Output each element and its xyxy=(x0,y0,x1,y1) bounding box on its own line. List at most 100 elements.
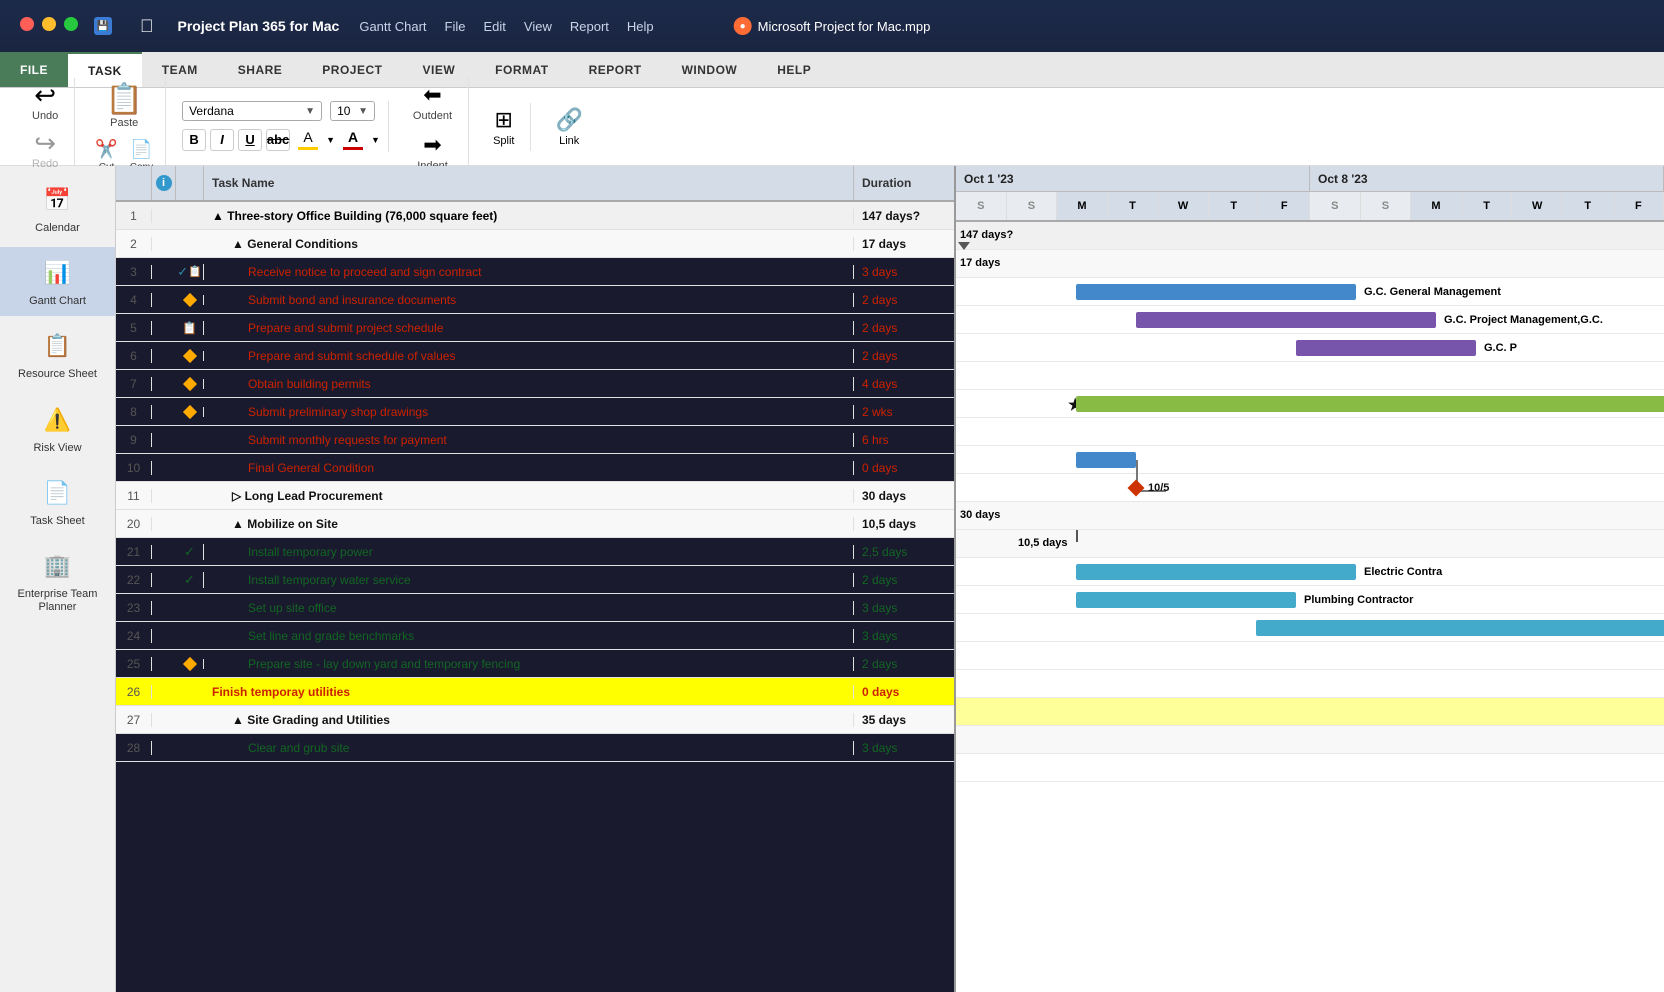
gantt-bar-cyan-3 xyxy=(1256,620,1664,636)
tab-window[interactable]: WINDOW xyxy=(662,52,758,87)
highlight-dropdown-icon[interactable]: ▼ xyxy=(326,135,335,145)
table-row[interactable]: 6 Prepare and submit schedule of values … xyxy=(116,342,954,370)
resource-icon: 📋 xyxy=(38,328,78,364)
menu-file[interactable]: File xyxy=(445,19,466,34)
row-duration: 4 days xyxy=(854,377,954,391)
sidebar-item-calendar[interactable]: 📅 Calendar xyxy=(0,174,115,243)
undo-redo-group: ↩ Undo ↪ Redo xyxy=(16,78,75,176)
gantt-header: Oct 1 '23 Oct 8 '23 S S M T W T F S S xyxy=(956,166,1664,222)
gantt-row-6 xyxy=(956,362,1664,390)
table-row[interactable]: 20 ▲ Mobilize on Site 10,5 days xyxy=(116,510,954,538)
task-table[interactable]: i Task Name Duration 1 ▲ Three-story Off… xyxy=(116,166,956,992)
sidebar-item-tasksheet[interactable]: 📄 Task Sheet xyxy=(0,467,115,536)
italic-button[interactable]: I xyxy=(210,129,234,151)
table-row[interactable]: 25 Prepare site - lay down yard and temp… xyxy=(116,650,954,678)
save-button[interactable]: 💾 xyxy=(94,17,112,35)
gantt-chart[interactable]: Oct 1 '23 Oct 8 '23 S S M T W T F S S xyxy=(956,166,1664,992)
undo-label: Undo xyxy=(32,110,58,122)
tab-share[interactable]: SHARE xyxy=(218,52,303,87)
clipboard-group: 📋 Paste ✂️ Cut 📄 Copy xyxy=(83,78,166,175)
font-color-dropdown-icon[interactable]: ▼ xyxy=(371,135,380,145)
sidebar-item-resource[interactable]: 📋 Resource Sheet xyxy=(0,320,115,389)
menu-view[interactable]: View xyxy=(524,19,552,34)
table-row[interactable]: 27 ▲ Site Grading and Utilities 35 days xyxy=(116,706,954,734)
titlebar-menu: Gantt Chart File Edit View Report Help xyxy=(359,19,653,34)
row-num: 24 xyxy=(116,629,152,643)
menu-ganttchart[interactable]: Gantt Chart xyxy=(359,19,426,34)
strikethrough-button[interactable]: abc xyxy=(266,129,290,151)
table-row[interactable]: 5 📋 Prepare and submit project schedule … xyxy=(116,314,954,342)
undo-button[interactable]: ↩ Undo xyxy=(24,78,66,126)
font-name-dropdown[interactable]: Verdana ▼ xyxy=(182,101,322,121)
tab-project[interactable]: PROJECT xyxy=(302,52,402,87)
sidebar-item-risk[interactable]: ⚠️ Risk View xyxy=(0,394,115,463)
diamond5-icon xyxy=(182,656,196,670)
sidebar-item-enterprise[interactable]: 🏢 Enterprise Team Planner xyxy=(0,540,115,622)
row-name: ▲ Three-story Office Building (76,000 sq… xyxy=(204,209,854,223)
table-row[interactable]: 8 Submit preliminary shop drawings 2 wks xyxy=(116,398,954,426)
highlight-color-button[interactable]: A xyxy=(294,127,322,152)
tab-help[interactable]: HELP xyxy=(757,52,831,87)
link-button[interactable]: 🔗 Link xyxy=(547,103,590,151)
milestone-icon xyxy=(1128,480,1145,497)
row-icon xyxy=(176,351,204,361)
table-row[interactable]: 3 ✓ 📋 Receive notice to proceed and sign… xyxy=(116,258,954,286)
gantt-icon: 📊 xyxy=(38,255,78,291)
row-duration: 6 hrs xyxy=(854,433,954,447)
font-color-bar xyxy=(343,147,363,150)
gantt-duration-11: 30 days xyxy=(960,509,1000,521)
row-duration: 3 days xyxy=(854,741,954,755)
row-name: ▷ Long Lead Procurement xyxy=(204,489,854,503)
sidebar-item-gantt[interactable]: 📊 Gantt Chart xyxy=(0,247,115,316)
table-row[interactable]: 24 Set line and grade benchmarks 3 days xyxy=(116,622,954,650)
underline-button[interactable]: U xyxy=(238,129,262,151)
table-row[interactable]: 22 ✓ Install temporary water service 2 d… xyxy=(116,566,954,594)
day-w2: W xyxy=(1512,192,1563,220)
task-table-wrapper: i Task Name Duration 1 ▲ Three-story Off… xyxy=(116,166,1664,992)
tab-format[interactable]: FORMAT xyxy=(475,52,568,87)
row-num: 6 xyxy=(116,349,152,363)
table-row[interactable]: 4 Submit bond and insurance documents 2 … xyxy=(116,286,954,314)
table-row[interactable]: 21 ✓ Install temporary power 2,5 days xyxy=(116,538,954,566)
col-header-duration: Duration xyxy=(854,166,954,200)
table-row[interactable]: 23 Set up site office 3 days xyxy=(116,594,954,622)
risk-icon: ⚠️ xyxy=(38,402,78,438)
table-row[interactable]: 26 Finish temporay utilities 0 days xyxy=(116,678,954,706)
day-t4: T xyxy=(1563,192,1614,220)
close-button[interactable] xyxy=(20,17,34,31)
bold-button[interactable]: B xyxy=(182,129,206,151)
font-size-input[interactable]: 10 ▼ xyxy=(330,101,375,121)
menu-help[interactable]: Help xyxy=(627,19,654,34)
table-row[interactable]: 10 Final General Condition 0 days xyxy=(116,454,954,482)
ribbon-tabs: FILE TASK TEAM SHARE PROJECT VIEW FORMAT… xyxy=(0,52,1664,88)
row-num: 25 xyxy=(116,657,152,671)
indent-icon: ➡ xyxy=(423,132,441,158)
maximize-button[interactable] xyxy=(64,17,78,31)
sidebar-label-risk: Risk View xyxy=(33,442,81,455)
redo-button[interactable]: ↪ Redo xyxy=(24,126,66,174)
table-row[interactable]: 11 ▷ Long Lead Procurement 30 days xyxy=(116,482,954,510)
table-row[interactable]: 28 Clear and grub site 3 days xyxy=(116,734,954,762)
gantt-row-7: ★ ★ G.C. P xyxy=(956,390,1664,418)
gantt-row-21: Electric Contra xyxy=(956,558,1664,586)
table-row[interactable]: 9 Submit monthly requests for payment 6 … xyxy=(116,426,954,454)
gantt-row-22: Plumbing Contractor xyxy=(956,586,1664,614)
font-color-button[interactable]: A xyxy=(339,127,367,152)
check2-icon: ✓ xyxy=(184,544,195,560)
split-button[interactable]: ⊞ Split xyxy=(485,103,522,151)
outdent-button[interactable]: ⬅ Outdent xyxy=(405,78,460,126)
table-row[interactable]: 1 ▲ Three-story Office Building (76,000 … xyxy=(116,202,954,230)
minimize-button[interactable] xyxy=(42,17,56,31)
connector-v-2 xyxy=(1076,530,1078,542)
paste-button[interactable]: 📋 Paste xyxy=(98,78,151,133)
tab-report[interactable]: REPORT xyxy=(569,52,662,87)
menu-edit[interactable]: Edit xyxy=(484,19,506,34)
day-s2: S xyxy=(1007,192,1058,220)
table-row[interactable]: 7 Obtain building permits 4 days xyxy=(116,370,954,398)
row-name: ▲ General Conditions xyxy=(204,237,854,251)
table-row[interactable]: 2 ▲ General Conditions 17 days xyxy=(116,230,954,258)
gantt-row-28 xyxy=(956,754,1664,782)
menu-report[interactable]: Report xyxy=(570,19,609,34)
milestone-label: 10/5 xyxy=(1148,482,1169,494)
row-icon xyxy=(176,659,204,669)
